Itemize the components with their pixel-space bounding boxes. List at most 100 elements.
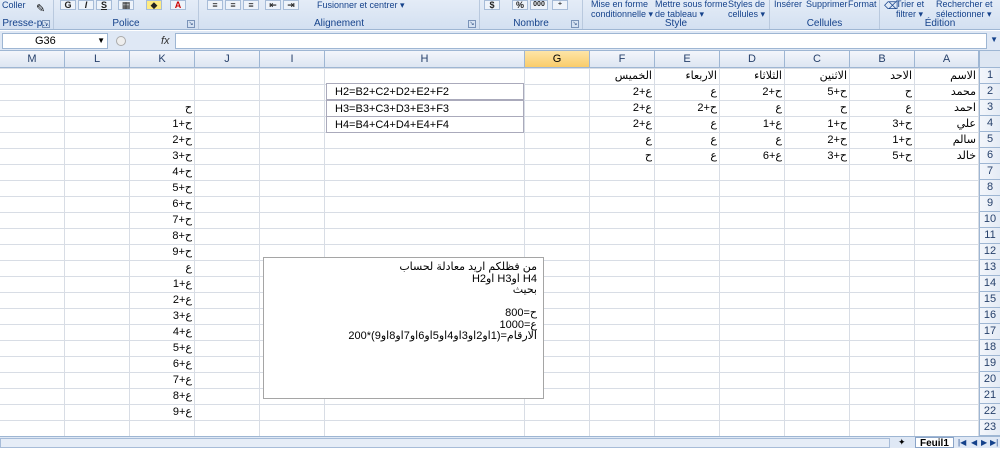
format-as-table-button[interactable]: Mettre sous forme de tableau ▾: [655, 0, 728, 19]
column-header-k[interactable]: K: [130, 51, 195, 68]
accounting-format-icon[interactable]: $: [484, 0, 500, 10]
row-header-5[interactable]: 5: [979, 132, 1000, 148]
cell-k21[interactable]: ع+8: [130, 388, 195, 404]
insert-button[interactable]: Insérer: [774, 0, 802, 9]
cell-f6[interactable]: ح: [590, 148, 655, 164]
prev-sheet-icon[interactable]: ◀: [971, 438, 977, 447]
cell-d5[interactable]: ع: [720, 132, 785, 148]
chevron-down-icon[interactable]: ▼: [97, 34, 105, 48]
bold-button[interactable]: G: [60, 0, 76, 10]
cell-k14[interactable]: ع+1: [130, 276, 195, 292]
column-header-d[interactable]: D: [720, 51, 785, 68]
insert-sheet-icon[interactable]: ✦: [898, 437, 906, 448]
row-header-10[interactable]: 10: [979, 212, 1000, 228]
format-button[interactable]: Format: [848, 0, 877, 9]
dialog-launcher-icon[interactable]: ↘: [468, 20, 476, 28]
cell-e3[interactable]: ح+2: [655, 100, 720, 116]
question-textbox[interactable]: من فظلكم اريد معادلة لحساب H2او H3او H4 …: [263, 257, 544, 399]
row-header-17[interactable]: 17: [979, 324, 1000, 340]
expand-formula-icon[interactable]: ▼: [990, 35, 998, 44]
cell-f2[interactable]: ع+2: [590, 84, 655, 100]
row-header-20[interactable]: 20: [979, 372, 1000, 388]
cell-b3[interactable]: ع: [850, 100, 915, 116]
row-header-16[interactable]: 16: [979, 308, 1000, 324]
cell-b6[interactable]: ح+5: [850, 148, 915, 164]
cell-d1[interactable]: الثلاثاء: [720, 68, 785, 84]
cell-f4[interactable]: ع+2: [590, 116, 655, 132]
row-header-15[interactable]: 15: [979, 292, 1000, 308]
column-header-a[interactable]: A: [915, 51, 979, 68]
format-painter-icon[interactable]: ✎: [36, 2, 45, 15]
cell-k8[interactable]: ح+5: [130, 180, 195, 196]
row-header-14[interactable]: 14: [979, 276, 1000, 292]
cell-c4[interactable]: ح+1: [785, 116, 850, 132]
paste-button[interactable]: Coller: [2, 0, 26, 10]
cell-k18[interactable]: ع+5: [130, 340, 195, 356]
cell-d3[interactable]: ع: [720, 100, 785, 116]
column-header-j[interactable]: J: [195, 51, 260, 68]
formula-shape-h2[interactable]: H2=B2+C2+D2+E2+F2: [326, 83, 524, 100]
cell-k16[interactable]: ع+3: [130, 308, 195, 324]
cell-b1[interactable]: الاحد: [850, 68, 915, 84]
cell-b5[interactable]: ح+1: [850, 132, 915, 148]
cell-e5[interactable]: ع: [655, 132, 720, 148]
spreadsheet-grid[interactable]: MLKJIHGFEDCBA 1 2 3 4 5 6 7 8 9 10 11 12 13 14 15 16 17 1…: [0, 51, 1000, 436]
cell-k12[interactable]: ح+9: [130, 244, 195, 260]
cancel-circle-icon[interactable]: [116, 36, 126, 46]
row-header-12[interactable]: 12: [979, 244, 1000, 260]
last-sheet-icon[interactable]: ▶|: [990, 438, 998, 447]
column-header-b[interactable]: B: [850, 51, 915, 68]
cell-c3[interactable]: ح: [785, 100, 850, 116]
conditional-format-button[interactable]: Mise en forme conditionnelle ▾: [591, 0, 653, 19]
cell-k7[interactable]: ح+4: [130, 164, 195, 180]
merge-center-button[interactable]: Fusionner et centrer ▾: [317, 0, 405, 10]
cell-c5[interactable]: ح+2: [785, 132, 850, 148]
cell-a6[interactable]: خالد: [915, 148, 979, 164]
formula-shape-h3[interactable]: H3=B3+C3+D3+E3+F3: [326, 100, 524, 117]
next-sheet-icon[interactable]: ▶: [981, 438, 987, 447]
row-header-11[interactable]: 11: [979, 228, 1000, 244]
column-header-h[interactable]: H: [325, 51, 525, 68]
decrease-indent-icon[interactable]: ⇤: [265, 0, 281, 10]
cell-a5[interactable]: سالم: [915, 132, 979, 148]
row-header-18[interactable]: 18: [979, 340, 1000, 356]
column-header-i[interactable]: I: [260, 51, 325, 68]
cell-d2[interactable]: ح+2: [720, 84, 785, 100]
select-all-corner[interactable]: [979, 51, 1000, 68]
cell-d4[interactable]: ع+1: [720, 116, 785, 132]
cell-f5[interactable]: ع: [590, 132, 655, 148]
cell-c2[interactable]: ح+5: [785, 84, 850, 100]
cell-k10[interactable]: ح+7: [130, 212, 195, 228]
cell-k20[interactable]: ع+7: [130, 372, 195, 388]
row-header-21[interactable]: 21: [979, 388, 1000, 404]
borders-icon[interactable]: ▦: [118, 0, 134, 10]
align-left-icon[interactable]: ≡: [207, 0, 223, 10]
cell-c1[interactable]: الاثنين: [785, 68, 850, 84]
cell-c6[interactable]: ح+3: [785, 148, 850, 164]
thousands-button[interactable]: 000: [530, 0, 548, 10]
align-center-icon[interactable]: ≡: [225, 0, 241, 10]
sheet-tab-feuil1[interactable]: Feuil1: [915, 437, 954, 449]
column-header-f[interactable]: F: [590, 51, 655, 68]
first-sheet-icon[interactable]: |◀: [958, 438, 966, 447]
cell-k13[interactable]: ع: [130, 260, 195, 276]
sort-filter-button[interactable]: Trier et filtrer ▾: [896, 0, 924, 19]
delete-button[interactable]: Supprimer: [806, 0, 848, 9]
dialog-launcher-icon[interactable]: ↘: [571, 20, 579, 28]
column-header-m[interactable]: M: [0, 51, 65, 68]
row-header-3[interactable]: 3: [979, 100, 1000, 116]
align-right-icon[interactable]: ≡: [243, 0, 259, 10]
cell-a4[interactable]: علي: [915, 116, 979, 132]
row-header-22[interactable]: 22: [979, 404, 1000, 420]
row-header-9[interactable]: 9: [979, 196, 1000, 212]
fill-color-icon[interactable]: ◆: [146, 0, 162, 10]
column-header-c[interactable]: C: [785, 51, 850, 68]
cell-k6[interactable]: ح+3: [130, 148, 195, 164]
italic-button[interactable]: I: [78, 0, 94, 10]
row-header-2[interactable]: 2: [979, 84, 1000, 100]
cell-d6[interactable]: ع+6: [720, 148, 785, 164]
cell-k3[interactable]: ح: [130, 100, 195, 116]
row-header-4[interactable]: 4: [979, 116, 1000, 132]
cell-k4[interactable]: ح+1: [130, 116, 195, 132]
dialog-launcher-icon[interactable]: ↘: [42, 20, 50, 28]
